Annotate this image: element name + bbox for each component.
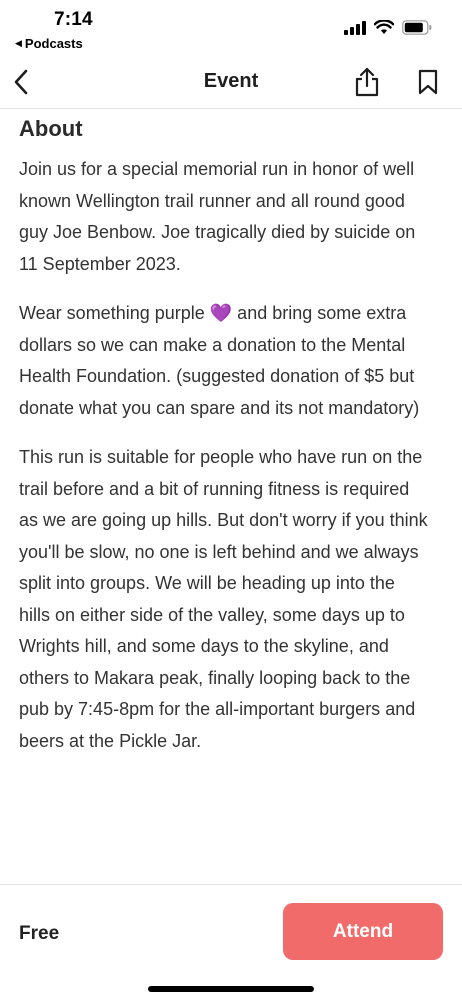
bookmark-icon xyxy=(418,69,438,95)
about-paragraph-1: Join us for a special memorial run in ho… xyxy=(19,159,416,274)
share-icon xyxy=(355,67,379,97)
about-paragraph-3: This run is suitable for people who have… xyxy=(19,447,428,751)
status-time: 7:14 xyxy=(54,9,93,30)
page-title: Event xyxy=(203,70,259,92)
home-indicator[interactable] xyxy=(148,986,314,992)
status-icons xyxy=(344,20,432,35)
price-label: Free xyxy=(19,923,60,944)
wifi-icon xyxy=(374,20,394,34)
battery-icon xyxy=(402,20,432,35)
back-app-label: Podcasts xyxy=(24,36,83,51)
attend-button[interactable]: Attend xyxy=(283,903,443,960)
share-button[interactable] xyxy=(352,66,382,98)
cellular-signal-icon xyxy=(344,20,366,35)
about-heading: About xyxy=(19,116,83,141)
bookmark-button[interactable] xyxy=(415,67,441,97)
back-to-app-link[interactable]: ◀ Podcasts xyxy=(15,36,83,51)
status-bar: 7:14 ◀ Podcasts xyxy=(0,0,462,56)
bottom-action-bar: Free Attend xyxy=(0,884,462,1001)
nav-bar: Event xyxy=(0,56,462,109)
back-triangle-icon: ◀ xyxy=(15,38,22,48)
about-section: About Join us for a special memorial run… xyxy=(19,112,429,775)
about-paragraph-2: Wear something purple 💜 and bring some e… xyxy=(19,303,420,418)
